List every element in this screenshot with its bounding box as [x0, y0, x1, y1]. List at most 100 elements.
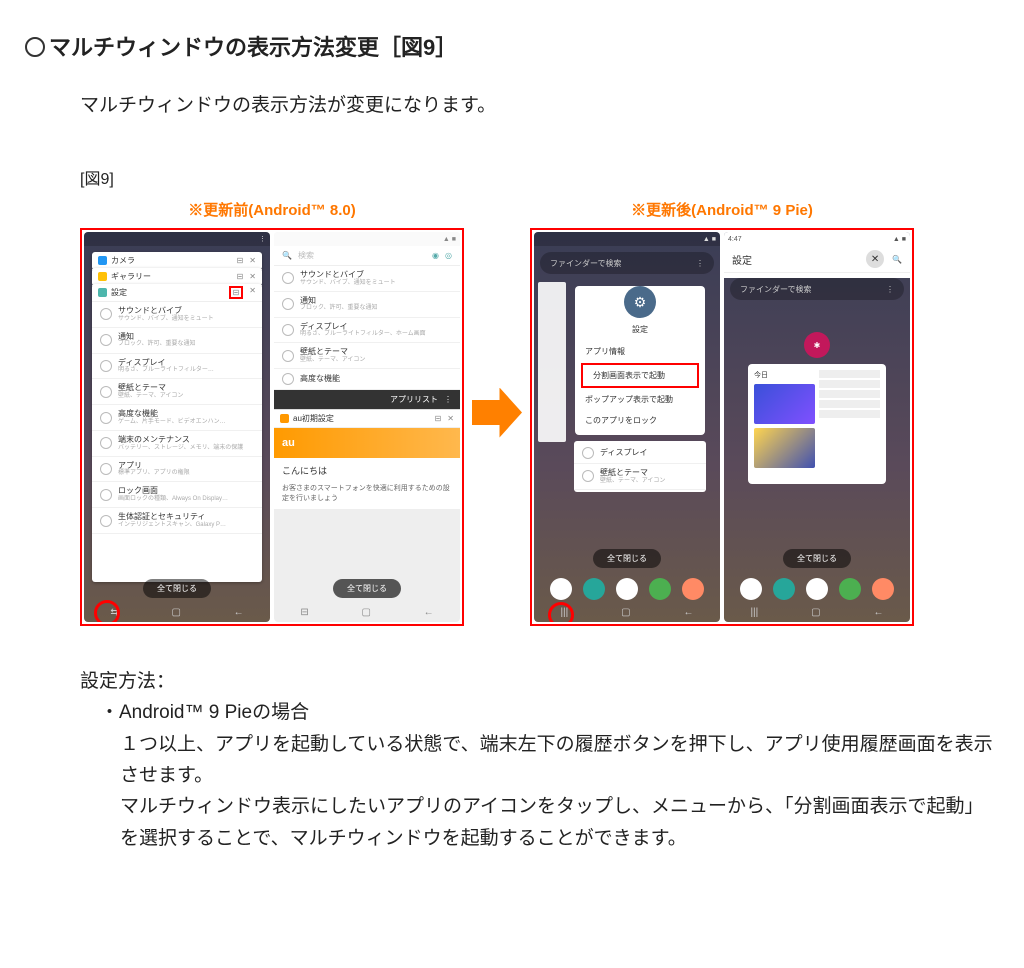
setting-row[interactable]: サウンドとバイブサウンド、バイブ、通知をミュート [274, 266, 460, 292]
split-icon[interactable]: ⊟ [237, 256, 244, 265]
voice-icon-2[interactable]: ◎ [445, 251, 452, 260]
setting-icon [100, 463, 112, 475]
setting-title: アプリ [118, 461, 190, 471]
close-icon[interactable]: ✕ [249, 286, 256, 299]
setting-sub: ブロック、許可、重要な通知 [118, 341, 195, 348]
split-icon[interactable]: ⊟ [237, 272, 244, 281]
search-bar[interactable]: 🔍 検索 ◉ ◎ [274, 246, 460, 266]
close-all-button[interactable]: 全て閉じる [143, 579, 211, 598]
dock-app-2[interactable] [773, 578, 795, 600]
setting-row[interactable]: 高度な機能ゲーム、片手モード、ビデオエンハン… [92, 405, 262, 431]
instr-line-1: １つ以上、アプリを起動している状態で、端末左下の履歴ボタンを押下し、アプリ使用履… [120, 729, 999, 792]
close-icon[interactable]: ✕ [447, 414, 454, 423]
list-line [819, 410, 880, 418]
setting-row[interactable]: アプリ標準アプリ、アプリの権限 [92, 457, 262, 483]
back-button[interactable]: ← [234, 607, 244, 618]
setting-title: ディスプレイ [300, 322, 426, 332]
setting-title: 高度な機能 [118, 409, 226, 419]
mini-setting-label: ディスプレイ [600, 448, 647, 458]
mini-setting-row[interactable]: 壁紙とテーマ壁紙、テーマ、アイコン [574, 464, 706, 490]
home-button[interactable]: ▢ [621, 607, 630, 618]
app-popup: ⚙ 設定 アプリ情報 分割画面表示で起動 ポップアップ表示で起動 このアプリをロ… [575, 286, 705, 435]
finder-search[interactable]: ファインダーで検索⋮ [730, 278, 904, 300]
dock-app-4[interactable] [649, 578, 671, 600]
close-icon[interactable]: ✕ [249, 256, 256, 265]
split-icon[interactable]: ⊟ [229, 286, 244, 299]
setting-row[interactable]: ディスプレイ明るさ、ブルーライトフィルター… [92, 354, 262, 380]
split-icon[interactable]: ⊟ [435, 414, 442, 423]
setting-row[interactable]: ロック画面画面ロックの種類、Always On Display… [92, 482, 262, 508]
more-icon[interactable]: ⋮ [696, 259, 704, 268]
setting-icon [282, 324, 294, 336]
setting-row[interactable]: 通知ブロック、許可、重要な通知 [274, 292, 460, 318]
popup-item[interactable]: ポップアップ表示で起動 [575, 389, 705, 410]
back-button[interactable]: ← [684, 607, 694, 618]
figure-label: [図9] [80, 165, 999, 189]
setting-sub: 壁紙、テーマ、アイコン [118, 393, 183, 400]
setting-row[interactable]: 通知ブロック、許可、重要な通知 [92, 328, 262, 354]
close-all-button[interactable]: 全て閉じる [593, 549, 661, 568]
gear-icon[interactable]: ⚙ [624, 286, 656, 318]
voice-icon[interactable]: ◉ [432, 251, 439, 260]
setting-title: 端末のメンテナンス [118, 435, 243, 445]
recents-button[interactable]: ||| [750, 607, 758, 618]
dock-app-5[interactable] [682, 578, 704, 600]
home-button[interactable]: ▢ [171, 607, 180, 618]
dock-app-5[interactable] [872, 578, 894, 600]
popup-item[interactable]: このアプリをロック [575, 410, 705, 431]
figure-row: ※更新前(Android™ 8.0) ⋮ カメラ⊟✕ ギャラリー⊟✕ 設定⊟✕ … [80, 199, 999, 626]
setting-row[interactable]: 壁紙とテーマ壁紙、テーマ、アイコン [92, 379, 262, 405]
setting-sub: 標準アプリ、アプリの権限 [118, 470, 190, 477]
instructions: 設定方法： ・Android™ 9 Pieの場合 １つ以上、アプリを起動している… [80, 666, 999, 854]
popup-item-highlighted[interactable]: 分割画面表示で起動 [581, 363, 699, 388]
setting-icon [100, 412, 112, 424]
dock-app-3[interactable] [806, 578, 828, 600]
setting-row[interactable]: 端末のメンテナンスバッテリー、ストレージ、メモリ、端末の保護 [92, 431, 262, 457]
finder-search[interactable]: ファインダーで検索 ⋮ [540, 252, 714, 274]
close-all-button[interactable]: 全て閉じる [783, 549, 851, 568]
more-icon[interactable]: ⋮ [444, 395, 452, 404]
setting-row[interactable]: 壁紙とテーマ壁紙、テーマ、アイコン [274, 343, 460, 369]
gallery-card[interactable]: 今日 [748, 364, 886, 484]
more-icon[interactable]: ⋮ [886, 285, 894, 294]
close-icon[interactable]: ✕ [249, 272, 256, 281]
setting-sub: 明るさ、ブルーライトフィルター、ホーム画面 [300, 331, 426, 338]
dock-app-4[interactable] [839, 578, 861, 600]
setting-title: ディスプレイ [118, 358, 214, 368]
au-body: お客さまのスマートフォンを快適に利用するための設定を行いましょう [274, 483, 460, 509]
back-button[interactable]: ← [424, 607, 434, 618]
setting-title: 壁紙とテーマ [118, 383, 183, 393]
setting-row[interactable]: 高度な機能 [274, 369, 460, 390]
gallery-icon[interactable]: ✱ [804, 332, 830, 358]
search-icon[interactable]: 🔍 [892, 255, 902, 264]
au-card[interactable]: au初期設定⊟✕ au こんにちは お客さまのスマートフォンを快適に利用するため… [274, 409, 460, 509]
setting-row[interactable]: ディスプレイ明るさ、ブルーライトフィルター、ホーム画面 [274, 318, 460, 344]
setting-icon [100, 386, 112, 398]
setting-sub: バッテリー、ストレージ、メモリ、端末の保護 [118, 445, 243, 452]
close-all-button[interactable]: 全て閉じる [333, 579, 401, 598]
gallery-icon [98, 272, 107, 281]
home-button[interactable]: ▢ [811, 607, 820, 618]
setting-row[interactable]: 生体認証とセキュリティインテリジェントスキャン、Galaxy P… [92, 508, 262, 534]
finder-placeholder: ファインダーで検索 [550, 258, 622, 269]
thumb-1 [754, 384, 815, 424]
au-brand: au [282, 437, 295, 449]
dock-app-1[interactable] [740, 578, 762, 600]
close-icon[interactable]: ✕ [866, 250, 884, 268]
card-settings[interactable]: 設定⊟✕ サウンドとバイブサウンド、バイブ、通知をミュート通知ブロック、許可、重… [92, 284, 262, 582]
popup-item[interactable]: アプリ情報 [575, 341, 705, 362]
thumb-2 [754, 428, 815, 468]
status-time: 4:47 [728, 236, 742, 243]
dock-app-3[interactable] [616, 578, 638, 600]
theme-icon [582, 470, 594, 482]
dock-app-2[interactable] [583, 578, 605, 600]
setting-row[interactable]: サウンドとバイブサウンド、バイブ、通知をミュート [92, 302, 262, 328]
recents-button[interactable]: ⊟ [300, 607, 308, 618]
au-icon [280, 414, 289, 423]
back-button[interactable]: ← [874, 607, 884, 618]
dock-app-1[interactable] [550, 578, 572, 600]
home-button[interactable]: ▢ [361, 607, 370, 618]
mini-setting-row[interactable]: ディスプレイ [574, 443, 706, 464]
setting-title: 高度な機能 [300, 374, 340, 384]
display-icon [582, 447, 594, 459]
